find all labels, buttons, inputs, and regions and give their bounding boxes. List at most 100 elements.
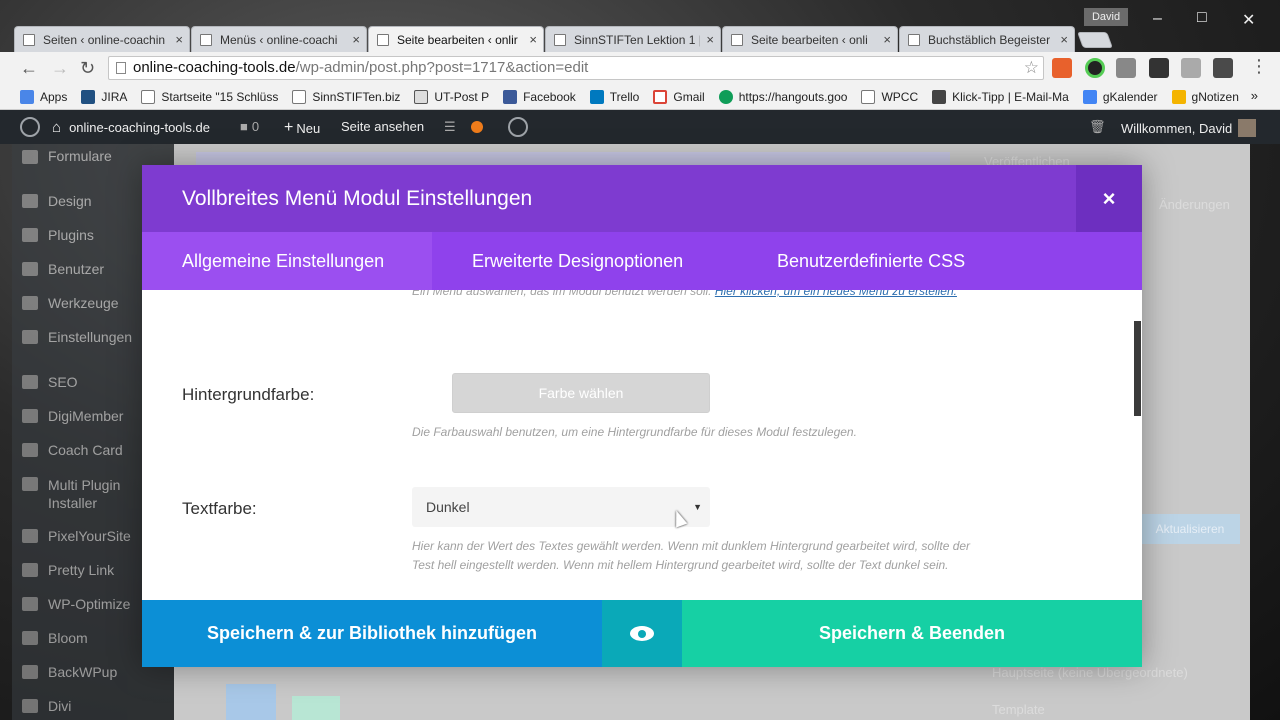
bookmark-item[interactable]: gKalender [1082, 89, 1158, 104]
bookmark-item[interactable]: Klick-Tipp | E-Mail-Ma [932, 89, 1069, 104]
minimize-icon[interactable]: – [1153, 10, 1162, 28]
admin-bar-account[interactable]: Willkommen, David [1121, 119, 1257, 137]
tab-custom-css[interactable]: Benutzerdefinierte CSS [777, 232, 965, 290]
close-tab-icon[interactable]: × [883, 32, 891, 47]
browser-tab[interactable]: Seite bearbeiten ‹ onli × [722, 26, 898, 52]
sidebar-item[interactable]: Design [48, 193, 92, 209]
maximize-icon[interactable]: □ [1197, 9, 1207, 27]
admin-bar-comments[interactable]: ■ 0 [240, 119, 259, 134]
bookmark-item[interactable]: Startseite "15 Schlüss [141, 89, 278, 104]
trash-icon[interactable]: 🗑︎ [1089, 119, 1106, 135]
bookmark-item[interactable]: https://hangouts.goo [718, 89, 847, 104]
close-icon[interactable]: × [1076, 165, 1142, 232]
close-tab-icon[interactable]: × [352, 32, 360, 47]
sidebar-item[interactable]: Formulare [48, 148, 112, 164]
tab-strip: Seiten ‹ online-coachin × Menüs ‹ online-… [14, 26, 1113, 52]
profile-chip[interactable]: David [1084, 8, 1128, 26]
installer-icon [22, 477, 38, 491]
ghostery-extension-icon[interactable] [1181, 58, 1201, 78]
browser-tab[interactable]: Seiten ‹ online-coachin × [14, 26, 190, 52]
home-icon: ⌂ [52, 119, 62, 136]
page-icon [292, 89, 307, 104]
tab-general-settings[interactable]: Allgemeine Einstellungen [142, 232, 432, 290]
sidebar-item[interactable]: Divi [48, 698, 71, 714]
bookmark-item[interactable]: WPCC [861, 89, 918, 104]
bookmark-star-icon[interactable]: ☆ [1024, 57, 1039, 79]
sidebar-item[interactable]: SEO [48, 374, 78, 390]
wpcc-icon[interactable] [508, 117, 528, 137]
tab-advanced-design[interactable]: Erweiterte Designoptionen [472, 232, 683, 290]
forward-icon[interactable]: → [51, 58, 69, 79]
sidebar-item[interactable]: BackWPup [48, 664, 117, 680]
gmail-icon [653, 89, 668, 104]
close-window-icon[interactable]: ✕ [1242, 10, 1255, 30]
keep-icon [1171, 89, 1186, 104]
back-icon[interactable]: ← [20, 58, 38, 79]
browser-tab[interactable]: Menüs ‹ online-coachi × [191, 26, 367, 52]
sidebar-item[interactable]: Bloom [48, 630, 88, 646]
close-tab-icon[interactable]: × [706, 32, 714, 47]
browser-tab[interactable]: Buchstäblich Begeister × [899, 26, 1075, 52]
choose-color-button[interactable]: Farbe wählen [452, 373, 710, 413]
wordpress-logo-icon[interactable] [20, 117, 40, 137]
design-icon [22, 194, 38, 208]
hangouts-icon [718, 89, 733, 104]
sidebar-item[interactable]: WP-Optimize [48, 596, 130, 612]
new-tab-button[interactable] [1077, 32, 1113, 48]
apps-icon [20, 89, 34, 104]
backup-icon [22, 665, 38, 679]
sidebar-item[interactable]: Pretty Link [48, 562, 114, 578]
sidebar-item[interactable]: DigiMember [48, 408, 123, 424]
reload-icon[interactable]: ↻ [80, 58, 95, 79]
sidebar-item[interactable]: Werkzeuge [48, 295, 119, 311]
save-to-library-button[interactable]: Speichern & zur Bibliothek hinzufügen [142, 600, 602, 667]
bookmark-item[interactable]: Trello [589, 89, 639, 104]
bookmark-item[interactable]: JIRA [81, 89, 127, 104]
sidebar-item[interactable]: Plugins [48, 227, 94, 243]
bookmark-item[interactable]: Apps [20, 89, 67, 104]
bookmark-item[interactable]: Gmail [653, 89, 705, 104]
eyedropper-extension-icon[interactable] [1213, 58, 1233, 78]
sidebar-item[interactable]: PixelYourSite [48, 528, 131, 544]
sidebar-item[interactable]: Benutzer [48, 261, 104, 277]
yoast-icon[interactable]: ☰ [444, 119, 456, 135]
close-tab-icon[interactable]: × [529, 32, 537, 47]
browser-tab-active[interactable]: Seite bearbeiten ‹ onlir × [368, 26, 544, 52]
close-tab-icon[interactable]: × [1060, 32, 1068, 47]
page-icon [908, 33, 920, 46]
bookmark-item[interactable]: SinnSTIFTen.biz [292, 89, 400, 104]
chevron-down-icon: ▼ [693, 502, 702, 512]
sidebar-item[interactable]: Einstellungen [48, 329, 132, 345]
menu-help-text: Ein Menü auswählen, das im Modul benutzt… [412, 290, 972, 301]
text-color-select[interactable]: Dunkel ▼ [412, 487, 710, 527]
analytics-extension-icon[interactable] [1052, 58, 1072, 78]
seo-status-icon[interactable] [471, 121, 483, 133]
bookmark-item[interactable]: gNotizen [1171, 89, 1239, 104]
admin-bar-new[interactable]: + Neu [284, 119, 320, 137]
create-menu-link[interactable]: Hier klicken, um ein neues Menü zu erste… [715, 290, 957, 298]
sidebar-item[interactable]: Coach Card [48, 442, 123, 458]
preview-button[interactable] [602, 600, 682, 667]
browser-tab[interactable]: SinnSTIFTen Lektion 1 | × [545, 26, 721, 52]
colorpicker-extension-icon[interactable] [1085, 58, 1105, 78]
admin-bar-site[interactable]: ⌂ online-coaching-tools.de [52, 119, 210, 136]
modal-scrollbar[interactable] [1134, 321, 1141, 416]
more-bookmarks-icon[interactable]: » [1251, 88, 1258, 103]
bookmark-item[interactable]: Facebook [503, 89, 576, 104]
bookmark-item[interactable]: UT-Post P [414, 89, 489, 104]
page-info-icon[interactable] [116, 62, 126, 74]
modal-footer: Speichern & zur Bibliothek hinzufügen Sp… [142, 600, 1142, 667]
plus-icon: + [284, 119, 294, 136]
tab-title: Buchstäblich Begeister [928, 32, 1051, 47]
close-tab-icon[interactable]: × [175, 32, 183, 47]
trello-icon [589, 89, 604, 104]
address-bar[interactable]: online-coaching-tools.de/wp-admin/post.p… [108, 56, 1044, 80]
page-icon [377, 33, 389, 46]
admin-bar-view-page[interactable]: Seite ansehen [341, 119, 424, 134]
layers-extension-icon[interactable] [1149, 58, 1169, 78]
save-and-exit-button[interactable]: Speichern & Beenden [682, 600, 1142, 667]
parent-page-select: Hauptseite (keine Übergeordnete) [992, 665, 1188, 680]
page-icon [200, 33, 212, 46]
menu-icon[interactable]: ⋮ [1250, 56, 1268, 77]
code-extension-icon[interactable] [1116, 58, 1136, 78]
